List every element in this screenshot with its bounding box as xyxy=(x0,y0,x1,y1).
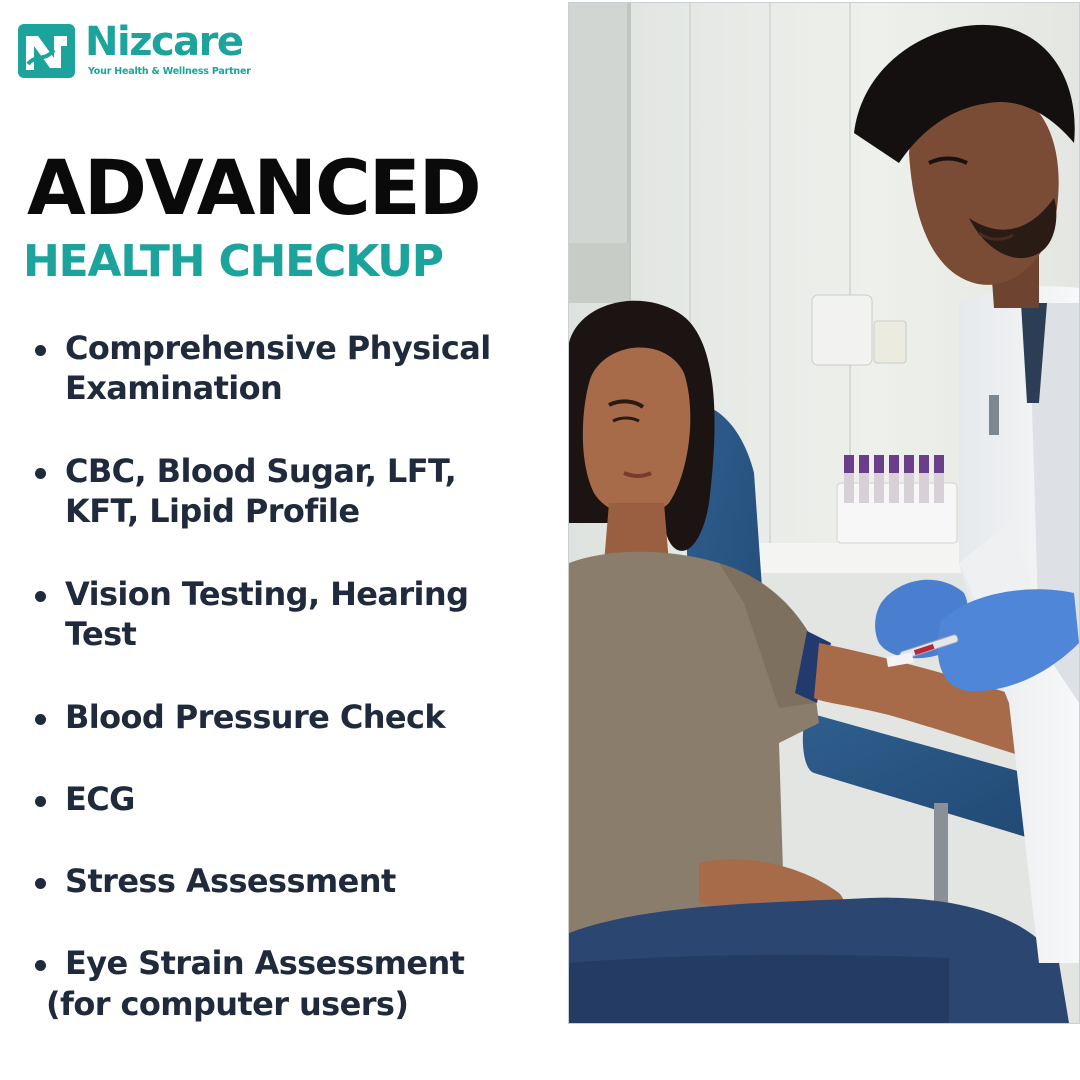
list-item-text: Eye Strain Assessment xyxy=(65,944,465,982)
list-item-text: Comprehensive Physical Examination xyxy=(65,329,491,407)
list-item: Vision Testing, Hearing Test xyxy=(35,574,560,654)
checkup-list: Comprehensive Physical Examination CBC, … xyxy=(0,0,560,1080)
list-item: Blood Pressure Check xyxy=(35,697,560,737)
photo-doctor-drawing-blood xyxy=(568,2,1080,1024)
list-item-text: Blood Pressure Check xyxy=(65,698,446,736)
list-item-text: ECG xyxy=(65,780,135,818)
list-item: Comprehensive Physical Examination xyxy=(35,328,560,408)
bullet-icon xyxy=(35,796,46,807)
bullet-icon xyxy=(35,714,46,725)
bullet-icon xyxy=(35,345,46,356)
bullet-icon xyxy=(35,960,46,971)
list-item-note: (for computer users) xyxy=(46,985,409,1023)
photo-illustration xyxy=(569,3,1079,1023)
list-item: ECG xyxy=(35,779,560,819)
list-item: Stress Assessment xyxy=(35,861,560,901)
list-item: CBC, Blood Sugar, LFT, KFT, Lipid Profil… xyxy=(35,451,560,531)
bullet-icon xyxy=(35,468,46,479)
list-item-text: Stress Assessment xyxy=(65,862,396,900)
list-item: Eye Strain Assessment xyxy=(35,943,560,983)
bullet-icon xyxy=(35,591,46,602)
list-item-text: CBC, Blood Sugar, LFT, KFT, Lipid Profil… xyxy=(65,452,457,530)
list-item-text: Vision Testing, Hearing Test xyxy=(65,575,469,653)
bullet-icon xyxy=(35,878,46,889)
